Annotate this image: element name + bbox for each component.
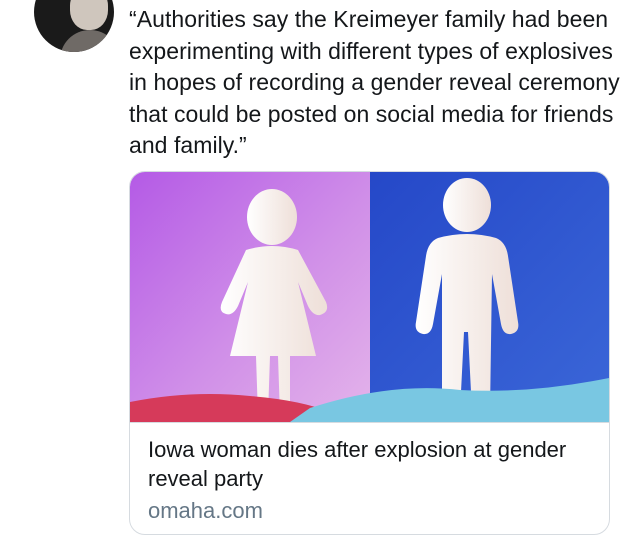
tweet: “Authorities say the Kreimeyer family ha… xyxy=(0,0,640,538)
link-card-image[interactable] xyxy=(130,172,609,422)
link-card[interactable]: Iowa woman dies after explosion at gende… xyxy=(129,171,610,535)
link-card-title[interactable]: Iowa woman dies after explosion at gende… xyxy=(148,435,588,493)
link-card-domain: omaha.com xyxy=(148,498,263,523)
male-female-figures-image xyxy=(130,172,609,422)
avatar[interactable] xyxy=(34,0,114,52)
avatar-shirt xyxy=(60,30,114,52)
tweet-text: “Authorities say the Kreimeyer family ha… xyxy=(129,6,620,158)
avatar-face xyxy=(70,0,108,30)
link-card-body[interactable]: Iowa woman dies after explosion at gende… xyxy=(130,422,609,534)
